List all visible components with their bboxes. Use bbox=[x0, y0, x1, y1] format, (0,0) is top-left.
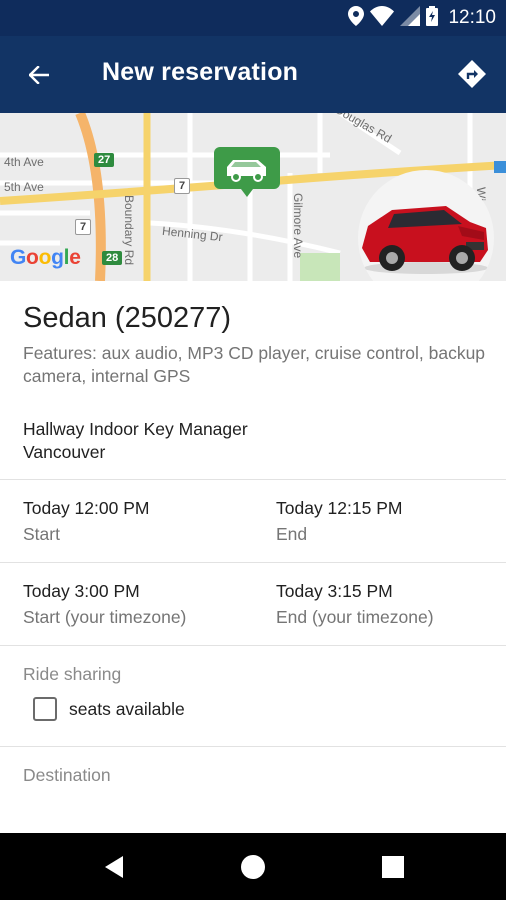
end-time-local-label: End (your timezone) bbox=[276, 607, 434, 627]
back-button[interactable] bbox=[22, 58, 56, 92]
vehicle-features: Features: aux audio, MP3 CD player, crui… bbox=[23, 343, 486, 386]
street-label: Boundary Rd bbox=[122, 195, 136, 266]
status-time: 12:10 bbox=[448, 7, 496, 28]
start-time-local: Today 3:00 PM Start (your timezone) bbox=[23, 581, 186, 628]
end-time[interactable]: Today 12:15 PM End bbox=[276, 498, 402, 545]
recents-square-icon bbox=[382, 856, 404, 878]
start-time-local-value: Today 3:00 PM bbox=[23, 581, 140, 601]
status-icons: 12:10 bbox=[348, 5, 496, 31]
street-label: 4th Ave bbox=[4, 155, 44, 169]
directions-icon bbox=[458, 60, 486, 88]
location-name: Hallway Indoor Key Manager bbox=[23, 419, 248, 439]
end-time-local-value: Today 3:15 PM bbox=[276, 581, 393, 601]
nav-recents-button[interactable] bbox=[377, 851, 409, 883]
seats-available-checkbox[interactable] bbox=[33, 697, 57, 721]
page-title: New reservation bbox=[102, 58, 299, 86]
directions-button[interactable] bbox=[454, 56, 490, 92]
system-nav-bar bbox=[0, 833, 506, 900]
end-time-local: Today 3:15 PM End (your timezone) bbox=[276, 581, 434, 628]
start-time[interactable]: Today 12:00 PM Start bbox=[23, 498, 149, 545]
street-label: 5th Ave bbox=[4, 180, 44, 194]
location-city: Vancouver bbox=[23, 442, 106, 462]
seats-available-label[interactable]: seats available bbox=[69, 699, 185, 720]
start-time-local-label: Start (your timezone) bbox=[23, 607, 187, 627]
home-circle-icon bbox=[241, 855, 265, 879]
status-bar: 12:10 bbox=[0, 0, 506, 36]
car-location-marker[interactable] bbox=[214, 147, 280, 204]
signal-icon bbox=[400, 5, 421, 31]
nav-home-button[interactable] bbox=[237, 851, 269, 883]
back-triangle-icon bbox=[105, 856, 123, 878]
arrow-back-icon bbox=[29, 66, 49, 84]
end-time-label: End bbox=[276, 524, 308, 544]
start-time-value: Today 12:00 PM bbox=[23, 498, 150, 518]
vehicle-title: Sedan (250277) bbox=[23, 302, 231, 334]
destination-field[interactable]: Destination bbox=[23, 765, 111, 786]
route-shield: 27 bbox=[94, 153, 115, 167]
wifi-icon bbox=[370, 5, 395, 31]
app-bar: New reservation bbox=[0, 36, 506, 113]
divider bbox=[0, 746, 506, 747]
nav-back-button[interactable] bbox=[98, 851, 130, 883]
google-logo: Google bbox=[10, 246, 81, 269]
divider bbox=[0, 479, 506, 480]
location-icon bbox=[348, 5, 365, 31]
route-shield: 28 bbox=[102, 251, 123, 265]
route-shield: 7 bbox=[174, 178, 191, 194]
battery-icon bbox=[426, 5, 439, 31]
car-pin-icon bbox=[214, 147, 280, 197]
route-shield: 7 bbox=[75, 219, 92, 235]
map[interactable]: 4th Ave 5th Ave Boundary Rd Henning Dr G… bbox=[0, 113, 506, 281]
end-time-value: Today 12:15 PM bbox=[276, 498, 403, 518]
street-label: Gilmore Ave bbox=[291, 193, 305, 259]
ride-sharing-label: Ride sharing bbox=[23, 664, 122, 684]
divider bbox=[0, 562, 506, 563]
seats-available-row[interactable]: seats available bbox=[33, 697, 185, 721]
divider bbox=[0, 645, 506, 646]
start-time-label: Start bbox=[23, 524, 60, 544]
vehicle-location: Hallway Indoor Key Manager Vancouver bbox=[23, 418, 248, 464]
